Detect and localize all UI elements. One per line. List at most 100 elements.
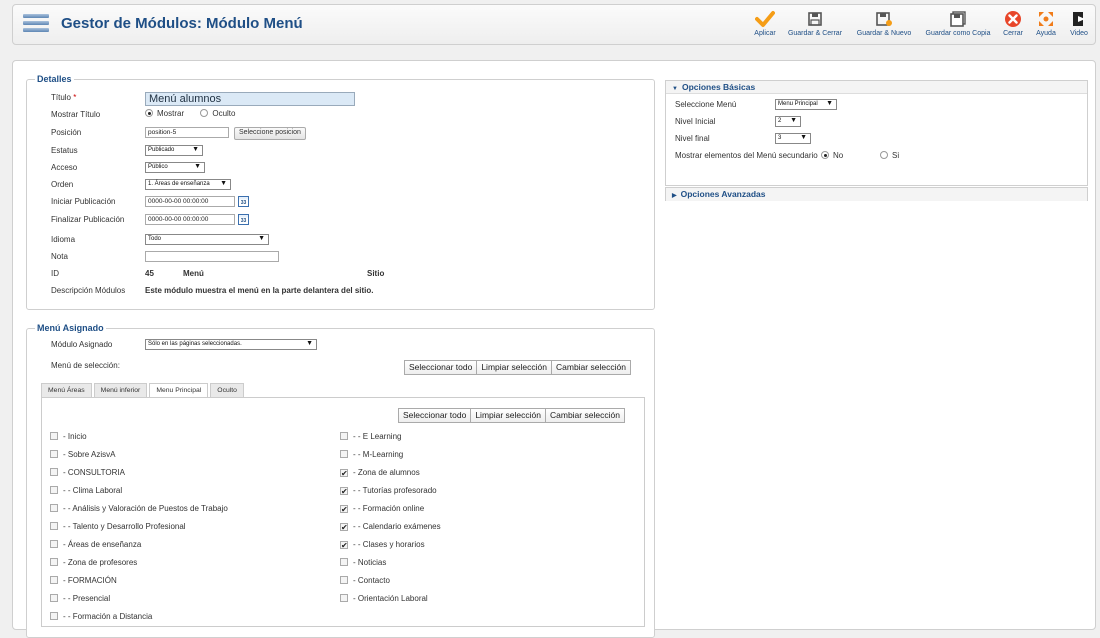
end-level-select[interactable]: 3 ▼ [775, 133, 811, 144]
checkbox-unchecked[interactable] [340, 594, 348, 602]
advanced-options-header[interactable]: ▶ Opciones Avanzadas [666, 188, 1087, 201]
menu-item-label: - CONSULTORIA [63, 468, 125, 477]
menu-item-checkbox-row[interactable]: ✔ - - Clases y horarios [340, 540, 425, 550]
menu-item-checkbox-row[interactable]: - Orientación Laboral [340, 594, 428, 603]
checkbox-unchecked[interactable] [50, 522, 58, 530]
page-title: Gestor de Módulos: Módulo Menú [61, 15, 303, 32]
menu-item-checkbox-row[interactable]: - - Presencial [50, 594, 110, 603]
calendar-icon[interactable]: 33 [238, 196, 249, 207]
tab-oculto[interactable]: Oculto [210, 383, 244, 397]
calendar-icon[interactable]: 33 [238, 214, 249, 225]
toggle-selection-button[interactable]: Cambiar selección [551, 360, 631, 375]
tab-menu-inferior[interactable]: Menú inferior [93, 383, 148, 397]
checkbox-unchecked[interactable] [340, 432, 348, 440]
menu-item-checkbox-row[interactable]: ✔ - - Calendario exámenes [340, 522, 441, 532]
checkbox-unchecked[interactable] [50, 540, 58, 548]
help-button[interactable]: Ayuda [1033, 10, 1059, 37]
menu-item-checkbox-row[interactable]: - FORMACIÓN [50, 576, 117, 585]
select-position-button[interactable]: Seleccione posicion [234, 127, 306, 140]
basic-options-panel: ▼ Opciones Básicas Seleccione Menú Menu P… [665, 80, 1088, 186]
menu-item-checkbox-row[interactable]: - - Clima Laboral [50, 486, 122, 495]
show-submenu-row: Mostrar elementos del Menú secundario No… [675, 151, 1075, 165]
menu-item-checkbox-row[interactable]: - - Talento y Desarrollo Profesional [50, 522, 186, 531]
checkbox-checked[interactable]: ✔ [340, 541, 348, 550]
menu-item-checkbox-row[interactable]: - - Análisis y Valoración de Puestos de … [50, 504, 228, 513]
start-level-select[interactable]: 2 ▼ [775, 116, 801, 127]
menu-item-checkbox-row[interactable]: ✔ - - Formación online [340, 504, 424, 514]
menu-item-checkbox-row[interactable]: - - E Learning [340, 432, 401, 441]
help-label: Ayuda [1036, 30, 1056, 37]
checkbox-unchecked[interactable] [50, 576, 58, 584]
module-menu-icon [23, 14, 49, 36]
checkbox-checked[interactable]: ✔ [340, 505, 348, 514]
inner-select-all-button[interactable]: Seleccionar todo [398, 408, 472, 423]
collapsed-arrow-icon: ▶ [672, 193, 677, 199]
menu-item-checkbox-row[interactable]: - Inicio [50, 432, 87, 441]
details-legend: Detalles [35, 74, 74, 84]
checkbox-checked[interactable]: ✔ [340, 523, 348, 532]
menu-item-checkbox-row[interactable]: ✔ - Zona de alumnos [340, 468, 420, 478]
position-input[interactable]: position-5 [145, 127, 229, 138]
show-title-label: Mostrar Título [51, 110, 101, 119]
status-select[interactable]: Publicado ▼ [145, 145, 203, 156]
menu-item-label: - - Calendario exámenes [353, 522, 441, 531]
video-button[interactable]: Video [1067, 10, 1091, 37]
menu-item-checkbox-row[interactable]: - Noticias [340, 558, 386, 567]
save-copy-button[interactable]: Guardar como Copia [923, 10, 993, 37]
checkbox-unchecked[interactable] [50, 504, 58, 512]
note-label: Nota [51, 252, 68, 261]
menu-item-label: - - Presencial [63, 594, 111, 603]
show-submenu-radio-no[interactable]: No [821, 151, 843, 160]
start-publish-input[interactable]: 0000-00-00 00:00:00 [145, 196, 235, 207]
show-title-radio-hide[interactable]: Oculto [200, 109, 235, 118]
save-new-button[interactable]: Guardar & Nuevo [855, 10, 913, 37]
checkbox-unchecked[interactable] [50, 486, 58, 494]
checkbox-unchecked[interactable] [50, 612, 58, 620]
menu-item-label: - - Talento y Desarrollo Profesional [63, 522, 186, 531]
apply-button[interactable]: Aplicar [751, 10, 779, 37]
inner-clear-selection-button[interactable]: Limpiar selección [470, 408, 546, 423]
save-copy-icon [950, 11, 966, 27]
order-select[interactable]: 1. Áreas de enseñanza ▼ [145, 179, 231, 190]
module-type-value: Menú [183, 269, 204, 278]
menu-item-checkbox-row[interactable]: - - M-Learning [340, 450, 403, 459]
menu-item-checkbox-row[interactable]: - CONSULTORIA [50, 468, 125, 477]
tab-menu-principal[interactable]: Menu Principal [149, 383, 209, 398]
checkbox-checked[interactable]: ✔ [340, 487, 348, 496]
title-input[interactable]: Menú alumnos [145, 92, 355, 106]
checkbox-unchecked[interactable] [50, 450, 58, 458]
checkbox-unchecked[interactable] [340, 450, 348, 458]
checkbox-unchecked[interactable] [50, 468, 58, 476]
inner-toggle-selection-button[interactable]: Cambiar selección [545, 408, 625, 423]
select-menu-select[interactable]: Menu Principal ▼ [775, 99, 837, 110]
checkbox-unchecked[interactable] [50, 432, 58, 440]
access-select[interactable]: Público ▼ [145, 162, 205, 173]
basic-options-header[interactable]: ▼ Opciones Básicas [666, 81, 1087, 94]
menu-assignment-fieldset: Menú Asignado Módulo Asignado Sólo en la… [26, 323, 655, 638]
menu-item-label: - Orientación Laboral [353, 594, 428, 603]
checkbox-unchecked[interactable] [340, 576, 348, 584]
finish-publish-label: Finalizar Publicación [51, 215, 125, 224]
menu-item-checkbox-row[interactable]: - Áreas de enseñanza [50, 540, 141, 549]
show-title-radio-show[interactable]: Mostrar [145, 109, 184, 118]
checkbox-unchecked[interactable] [50, 558, 58, 566]
language-select[interactable]: Todo ▼ [145, 234, 269, 245]
checkbox-checked[interactable]: ✔ [340, 469, 348, 478]
details-fieldset: Detalles Título * Menú alumnos Mostrar T… [26, 74, 655, 310]
checkbox-unchecked[interactable] [50, 594, 58, 602]
menu-item-checkbox-row[interactable]: - Sobre AzisvA [50, 450, 115, 459]
menu-item-checkbox-row[interactable]: ✔ - - Tutorías profesorado [340, 486, 437, 496]
show-submenu-radio-yes[interactable]: Si [880, 151, 899, 160]
tab-menu-areas[interactable]: Menú Áreas [41, 383, 92, 397]
save-close-button[interactable]: Guardar & Cerrar [785, 10, 845, 37]
menu-item-checkbox-row[interactable]: - Zona de profesores [50, 558, 137, 567]
assigned-select[interactable]: Sólo en las páginas seleccionadas. ▼ [145, 339, 317, 350]
note-input[interactable] [145, 251, 279, 262]
menu-item-checkbox-row[interactable]: - Contacto [340, 576, 390, 585]
select-menu-label: Seleccione Menú [675, 100, 737, 109]
close-button[interactable]: Cerrar [1001, 10, 1025, 37]
select-all-button[interactable]: Seleccionar todo [404, 360, 478, 375]
clear-selection-button[interactable]: Limpiar selección [476, 360, 552, 375]
checkbox-unchecked[interactable] [340, 558, 348, 566]
finish-publish-input[interactable]: 0000-00-00 00:00:00 [145, 214, 235, 225]
